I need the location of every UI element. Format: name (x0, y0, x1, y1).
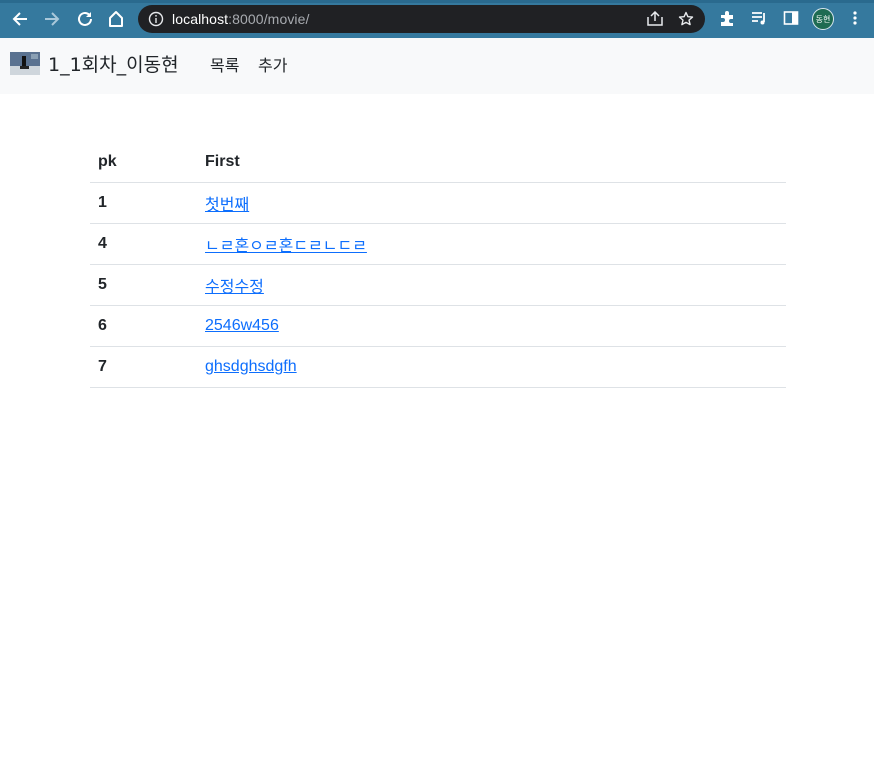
movie-link[interactable]: ㄴㄹ혼ㅇㄹ혼ㄷㄹㄴㄷㄹ (205, 238, 367, 255)
row-pk: 1 (90, 182, 197, 224)
movie-link[interactable]: 첫번째 (205, 197, 249, 214)
back-button[interactable] (9, 8, 31, 30)
arrow-left-icon (12, 12, 27, 26)
row-pk: 5 (90, 264, 197, 306)
home-icon (109, 11, 123, 27)
movie-link[interactable]: ghsdghsdgfh (205, 358, 297, 375)
window-top-edge (0, 0, 874, 3)
extensions-puzzle-icon[interactable] (718, 9, 736, 27)
site-info-icon[interactable] (148, 11, 164, 27)
brand-title[interactable]: 1_1회차_이동현 (48, 53, 179, 77)
url-path: :8000/movie/ (228, 11, 310, 27)
table-header-row: pk First (90, 142, 786, 183)
row-pk: 4 (90, 223, 197, 265)
home-button[interactable] (105, 8, 127, 30)
brand-logo-image[interactable] (10, 52, 40, 75)
row-pk: 7 (90, 346, 197, 388)
bookmark-star-icon[interactable] (678, 11, 694, 27)
url-host: localhost (172, 11, 229, 27)
movie-link[interactable]: 수정수정 (205, 279, 264, 296)
movie-table: pk First 1 첫번째 4 ㄴㄹ혼ㅇㄹ혼ㄷㄹㄴㄷㄹ 5 수정수정 6 25… (90, 142, 786, 388)
media-playlist-icon[interactable] (750, 9, 768, 27)
browser-toolbar: localhost:8000/movie/ 동현 (0, 0, 874, 38)
column-header-pk: pk (90, 142, 197, 183)
table-row: 5 수정수정 (90, 264, 786, 306)
row-pk: 6 (90, 305, 197, 347)
row-title-cell: 2546w456 (197, 305, 786, 347)
share-icon[interactable] (646, 11, 664, 27)
table-row: 6 2546w456 (90, 305, 786, 347)
forward-button[interactable] (41, 8, 63, 30)
nav-link-list[interactable]: 목록 (210, 56, 239, 76)
url-text: localhost:8000/movie/ (172, 11, 310, 27)
nav-link-add[interactable]: 추가 (258, 56, 287, 76)
table-row: 7 ghsdghsdgfh (90, 346, 786, 388)
side-panel-icon[interactable] (782, 9, 800, 27)
row-title-cell: 첫번째 (197, 182, 786, 224)
table-row: 4 ㄴㄹ혼ㅇㄹ혼ㄷㄹㄴㄷㄹ (90, 223, 786, 265)
profile-avatar[interactable]: 동현 (812, 8, 834, 30)
reload-icon (78, 11, 92, 26)
reload-button[interactable] (74, 8, 96, 30)
row-title-cell: 수정수정 (197, 264, 786, 306)
row-title-cell: ghsdghsdgfh (197, 346, 786, 388)
site-navbar: 1_1회차_이동현 목록 추가 (0, 38, 874, 94)
arrow-right-icon (45, 12, 60, 26)
address-bar[interactable]: localhost:8000/movie/ (138, 5, 705, 33)
more-menu-icon[interactable] (846, 9, 864, 27)
table-row: 1 첫번째 (90, 182, 786, 224)
column-header-first: First (197, 142, 786, 183)
row-title-cell: ㄴㄹ혼ㅇㄹ혼ㄷㄹㄴㄷㄹ (197, 223, 786, 265)
movie-table-container: pk First 1 첫번째 4 ㄴㄹ혼ㅇㄹ혼ㄷㄹㄴㄷㄹ 5 수정수정 6 25… (90, 142, 786, 388)
movie-link[interactable]: 2546w456 (205, 317, 279, 334)
